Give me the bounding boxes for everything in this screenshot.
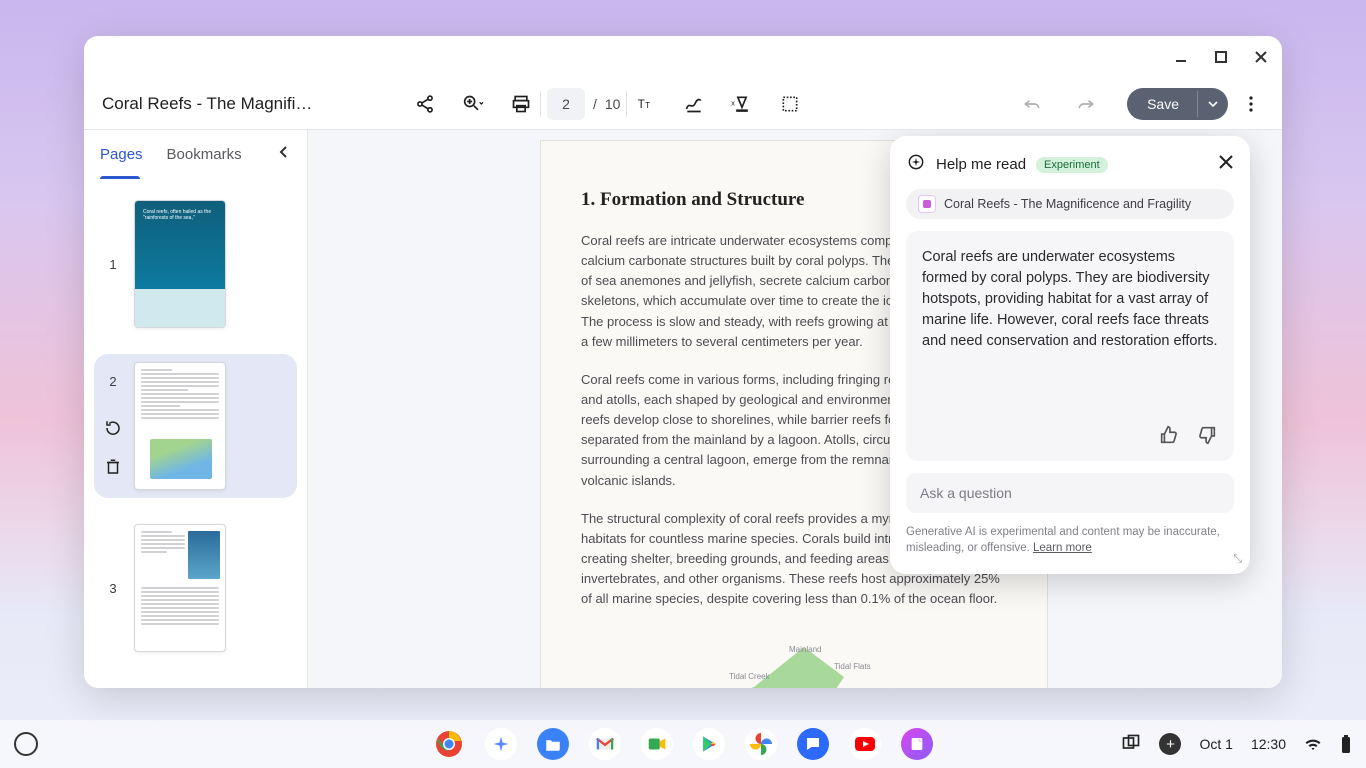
system-tray: + Oct 1 12:30 xyxy=(1121,733,1352,756)
highlight-button[interactable]: x xyxy=(729,91,755,117)
toolbar-separator xyxy=(626,91,627,117)
page-total: 10 xyxy=(605,96,621,112)
share-button[interactable] xyxy=(412,91,438,117)
shelf-apps xyxy=(433,728,933,760)
thumbs-up-button[interactable] xyxy=(1158,424,1180,451)
hmr-close-button[interactable] xyxy=(1218,154,1234,175)
hmr-source-title: Coral Reefs - The Magnificence and Fragi… xyxy=(944,197,1191,211)
document-icon xyxy=(918,195,936,213)
chrome-icon[interactable] xyxy=(433,728,465,760)
page-indicator: 2 / 10 xyxy=(547,88,620,120)
hmr-summary-card: Coral reefs are underwater ecosystems fo… xyxy=(906,231,1234,461)
launcher-button[interactable] xyxy=(14,732,38,756)
hmr-resize-handle[interactable]: ⤡ xyxy=(1233,553,1242,566)
diagram-label: Tidal Flats xyxy=(834,662,871,671)
page-sep: / xyxy=(593,96,597,112)
save-button-label: Save xyxy=(1127,88,1197,120)
notes-icon[interactable] xyxy=(901,728,933,760)
thumbnail-number: 2 xyxy=(109,374,116,389)
save-dropdown-button[interactable] xyxy=(1197,91,1228,117)
play-store-icon[interactable] xyxy=(693,728,725,760)
document-title: Coral Reefs - The Magnifi… xyxy=(102,94,372,114)
terrain-diagram: Tidal Creek Mainland Tidal Flats Marsh S… xyxy=(634,627,954,688)
experiment-badge: Experiment xyxy=(1036,157,1108,173)
current-page-input[interactable]: 2 xyxy=(547,88,585,120)
hmr-summary-text: Coral reefs are underwater ecosystems fo… xyxy=(922,247,1218,352)
youtube-icon[interactable] xyxy=(849,728,881,760)
draw-button[interactable] xyxy=(681,91,707,117)
photos-icon[interactable] xyxy=(745,728,777,760)
hmr-question-input[interactable]: Ask a question xyxy=(906,473,1234,513)
gmail-icon[interactable] xyxy=(589,728,621,760)
wifi-icon[interactable] xyxy=(1304,735,1322,753)
thumbnail-page-2[interactable] xyxy=(134,362,226,490)
tray-windows-icon[interactable] xyxy=(1121,733,1141,756)
crop-select-button[interactable] xyxy=(777,91,803,117)
svg-text:x: x xyxy=(732,98,736,107)
window-minimize-button[interactable] xyxy=(1172,48,1190,66)
thumbnail-row[interactable]: 2 xyxy=(94,354,297,498)
learn-more-link[interactable]: Learn more xyxy=(1033,542,1092,554)
document-canvas[interactable]: 1. Formation and Structure Coral reefs a… xyxy=(308,130,1282,688)
thumbnail-row[interactable]: 1 Coral reefs, often hailed as the"rainf… xyxy=(94,192,297,336)
files-icon[interactable] xyxy=(537,728,569,760)
app-body: Pages Bookmarks 1 Coral reefs, often hai… xyxy=(84,130,1282,688)
rotate-page-button[interactable] xyxy=(104,419,122,440)
sidebar-tab-pages[interactable]: Pages xyxy=(100,146,143,163)
tray-add-button[interactable]: + xyxy=(1159,733,1181,755)
add-text-button[interactable]: TT xyxy=(633,91,659,117)
sidebar-collapse-button[interactable] xyxy=(277,145,291,163)
thumbnail-page-3[interactable] xyxy=(134,524,226,652)
save-button[interactable]: Save xyxy=(1127,88,1228,120)
gemini-icon[interactable] xyxy=(485,728,517,760)
redo-button[interactable] xyxy=(1073,91,1099,117)
battery-icon[interactable] xyxy=(1340,734,1352,754)
window-maximize-button[interactable] xyxy=(1212,48,1230,66)
thumbnail-number: 3 xyxy=(109,581,116,596)
pdf-viewer-window: Coral Reefs - The Magnifi… 2 / 10 TT xyxy=(84,36,1282,688)
thumbnail-number: 1 xyxy=(109,257,116,272)
tray-time[interactable]: 12:30 xyxy=(1251,736,1286,752)
print-button[interactable] xyxy=(508,91,534,117)
shelf: + Oct 1 12:30 xyxy=(0,720,1366,768)
sparkle-icon xyxy=(906,152,926,177)
tray-date[interactable]: Oct 1 xyxy=(1199,736,1232,752)
help-me-read-panel: Help me read Experiment Coral Reefs - Th… xyxy=(890,136,1250,574)
window-titlebar xyxy=(84,36,1282,78)
hmr-title: Help me read xyxy=(936,156,1026,173)
hmr-header: Help me read Experiment xyxy=(906,152,1234,177)
thumbnail-page-1[interactable]: Coral reefs, often hailed as the"rainfor… xyxy=(134,200,226,328)
window-close-button[interactable] xyxy=(1252,48,1270,66)
thumbs-down-button[interactable] xyxy=(1196,424,1218,451)
more-options-button[interactable] xyxy=(1238,91,1264,117)
meet-icon[interactable] xyxy=(641,728,673,760)
thumbnail-row[interactable]: 3 xyxy=(94,516,297,660)
toolbar-separator xyxy=(540,91,541,117)
sidebar: Pages Bookmarks 1 Coral reefs, often hai… xyxy=(84,130,308,688)
hmr-input-placeholder: Ask a question xyxy=(920,485,1012,501)
hmr-source-chip[interactable]: Coral Reefs - The Magnificence and Fragi… xyxy=(906,189,1234,219)
messages-icon[interactable] xyxy=(797,728,829,760)
hmr-disclaimer: Generative AI is experimental and conten… xyxy=(906,525,1234,556)
sidebar-tabs: Pages Bookmarks xyxy=(84,130,307,178)
sidebar-tab-bookmarks[interactable]: Bookmarks xyxy=(167,146,242,163)
svg-text:T: T xyxy=(638,98,645,111)
zoom-button[interactable] xyxy=(460,91,486,117)
diagram-label: Tidal Creek xyxy=(729,672,770,681)
delete-page-button[interactable] xyxy=(104,458,122,479)
svg-text:T: T xyxy=(646,100,651,110)
toolbar: Coral Reefs - The Magnifi… 2 / 10 TT xyxy=(84,78,1282,130)
diagram-label: Mainland xyxy=(789,645,821,654)
thumbnail-list[interactable]: 1 Coral reefs, often hailed as the"rainf… xyxy=(84,178,307,688)
undo-button[interactable] xyxy=(1019,91,1045,117)
